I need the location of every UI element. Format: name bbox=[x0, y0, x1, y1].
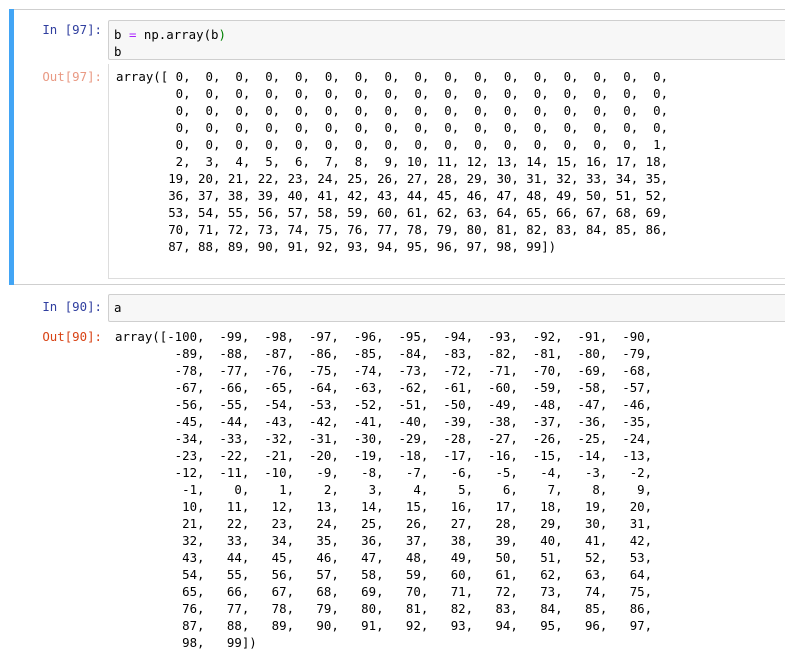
code-input-area[interactable]: a bbox=[108, 294, 785, 322]
output-text: array([-100, -99, -98, -97, -96, -95, -9… bbox=[115, 329, 653, 650]
code-token-operator: = bbox=[128, 27, 137, 42]
notebook-cell-97[interactable]: In [97]: b = np.array(b) b Out[97]: arra… bbox=[0, 9, 785, 285]
output-area: array([ 0, 0, 0, 0, 0, 0, 0, 0, 0, 0, 0,… bbox=[108, 64, 785, 279]
output-prompt: Out[97]: bbox=[42, 69, 102, 84]
code-input-area[interactable]: b = np.array(b) b bbox=[108, 20, 785, 60]
code-editor[interactable]: a bbox=[114, 299, 121, 316]
input-prompt: In [97]: bbox=[42, 22, 102, 37]
code-line-2: b bbox=[114, 44, 122, 59]
code-token-var: b bbox=[114, 27, 122, 42]
code-editor[interactable]: b = np.array(b) b bbox=[114, 26, 226, 60]
output-text: array([ 0, 0, 0, 0, 0, 0, 0, 0, 0, 0, 0,… bbox=[116, 69, 669, 254]
output-prompt: Out[90]: bbox=[42, 329, 102, 344]
code-token-arg: b bbox=[211, 27, 219, 42]
notebook-cell-90[interactable]: In [90]: a Out[90]: array([-100, -99, -9… bbox=[0, 286, 785, 661]
cell-selected-indicator bbox=[9, 9, 14, 285]
input-prompt: In [90]: bbox=[42, 299, 102, 314]
output-area: array([-100, -99, -98, -97, -96, -95, -9… bbox=[108, 324, 785, 661]
code-token-call: np.array bbox=[143, 27, 204, 42]
